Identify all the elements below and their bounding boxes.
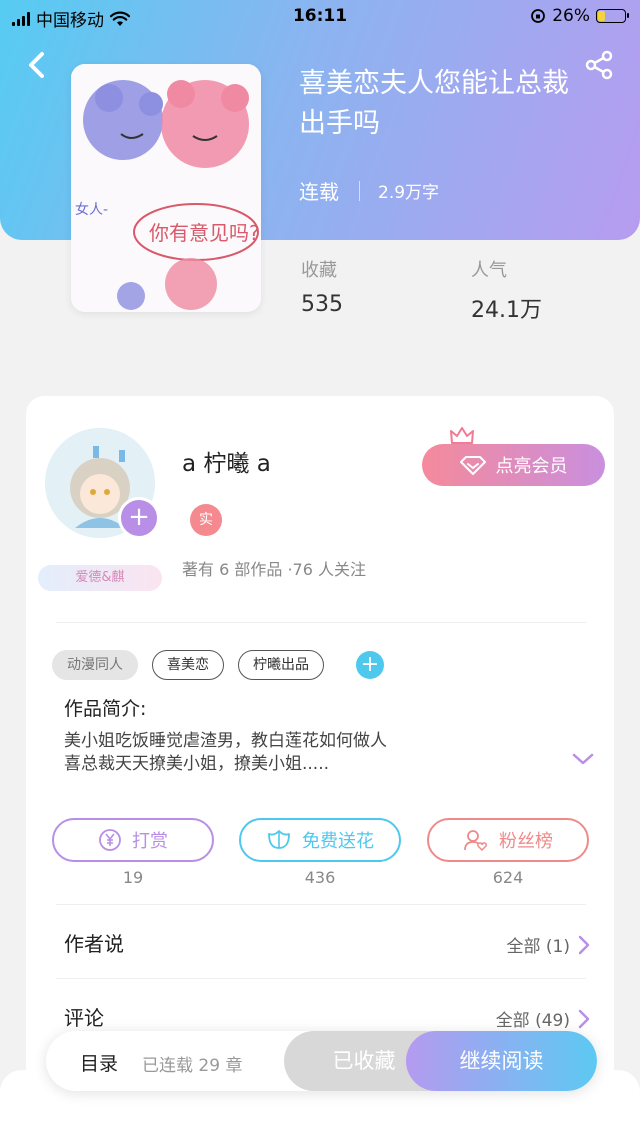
status-right: 26%: [530, 6, 629, 26]
verified-badge: 实: [190, 504, 222, 536]
diamond-icon: [459, 456, 486, 475]
tag-item[interactable]: 喜美恋: [152, 650, 224, 680]
stat-favorites: 收藏 535: [301, 256, 343, 317]
word-count: 2.9万字: [378, 183, 440, 203]
fan-badge: 爱德&麒: [38, 565, 162, 591]
intro-title: 作品简介:: [64, 698, 147, 720]
fan-count: 624: [492, 868, 524, 887]
comments-title: 评论: [64, 1006, 104, 1030]
stat-popularity: 人气 24.1万: [471, 256, 542, 324]
comments-more[interactable]: 全部 (49): [496, 1006, 590, 1031]
comments-more-label: 全部 (49): [495, 1011, 570, 1031]
intro-line: 喜总裁天天撩美小姐，撩美小姐.....: [64, 754, 330, 774]
divider: [56, 622, 586, 623]
tag-item[interactable]: 动漫同人: [52, 650, 138, 680]
battery-icon: [596, 9, 629, 23]
yen-icon: [99, 829, 121, 851]
chapter-count: 已连载 29 章: [142, 1056, 243, 1076]
free-flower-label: 免费送花: [302, 831, 374, 852]
battery-fill: [598, 11, 605, 21]
author-notes-title: 作者说: [64, 932, 124, 956]
divider: [56, 904, 586, 905]
stat-label: 收藏: [301, 260, 337, 281]
chevron-right-icon: [578, 1009, 590, 1028]
vip-button[interactable]: 点亮会员: [422, 444, 605, 486]
vip-button-label: 点亮会员: [495, 456, 568, 477]
user-heart-icon: [464, 830, 487, 852]
chevron-down-icon[interactable]: [571, 750, 595, 768]
stat-label: 人气: [471, 260, 507, 281]
status-bar: 中国移动 16:11 26%: [0, 0, 640, 34]
book-status: 连载: [299, 180, 339, 204]
divider: [56, 978, 586, 979]
flower-count: 436: [304, 868, 336, 887]
book-cover[interactable]: 你有意见吗? 女人-: [71, 64, 261, 312]
fan-ranking-label: 粉丝榜: [499, 831, 553, 852]
intro-text: 美小姐吃饭睡觉虐渣男，教白莲花如何做人 喜总裁天天撩美小姐，撩美小姐.....: [64, 730, 544, 776]
author-notes-more-label: 全部 (1): [506, 937, 570, 957]
reward-label: 打赏: [132, 831, 168, 852]
back-icon[interactable]: [22, 48, 52, 82]
intro-line: 美小姐吃饭睡觉虐渣男，教白莲花如何做人: [64, 731, 387, 751]
cover-illustration: 你有意见吗? 女人-: [71, 64, 261, 312]
stat-value: 535: [301, 292, 343, 317]
comments-row[interactable]: 评论 全部 (49): [64, 1002, 590, 1032]
flower-icon: [268, 830, 290, 849]
book-title: 喜美恋夫人您能让总裁出手吗: [299, 68, 569, 139]
continue-reading-button[interactable]: 继续阅读: [406, 1031, 597, 1091]
toc-button[interactable]: 目录: [80, 1049, 118, 1076]
meta-separator: [359, 180, 360, 201]
orientation-lock-icon: [531, 9, 546, 23]
author-info: 著有 6 部作品 ·76 人关注: [182, 560, 366, 579]
author-name[interactable]: a 柠曦 a: [182, 444, 271, 478]
follow-author-button[interactable]: +: [118, 497, 160, 539]
author-notes-more[interactable]: 全部 (1): [507, 932, 590, 957]
author-notes-row[interactable]: 作者说 全部 (1): [64, 928, 590, 958]
book-meta: 连载 2.9万字: [299, 176, 439, 205]
free-flower-button[interactable]: 免费送花: [239, 818, 401, 862]
tag-list: 动漫同人 喜美恋 柠曦出品 +: [52, 650, 384, 680]
stat-value: 24.1万: [471, 298, 542, 323]
svg-text:女人-: 女人-: [75, 201, 108, 218]
chevron-right-icon: [578, 935, 590, 954]
battery-percent: 26%: [552, 6, 590, 26]
reward-button[interactable]: 打赏: [52, 818, 214, 862]
reward-count: 19: [122, 868, 144, 887]
fan-ranking-button[interactable]: 粉丝榜: [427, 818, 589, 862]
add-tag-button[interactable]: +: [356, 651, 384, 679]
svg-text:你有意见吗?: 你有意见吗?: [149, 221, 260, 245]
bottom-bar: 目录 已连载 29 章 已收藏 继续阅读: [46, 1031, 597, 1091]
tag-item[interactable]: 柠曦出品: [238, 650, 324, 680]
